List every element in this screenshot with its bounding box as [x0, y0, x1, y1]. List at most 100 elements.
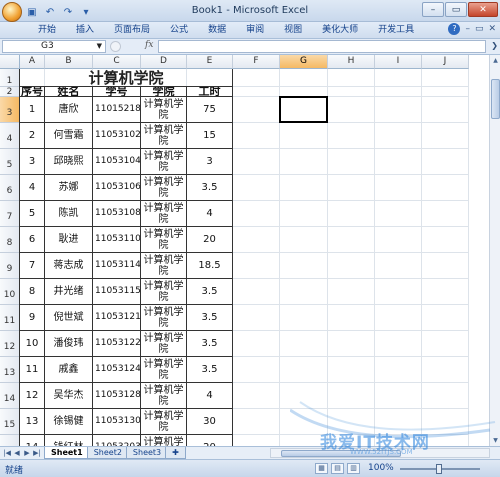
horizontal-scrollbar[interactable] [270, 448, 490, 458]
table-cell[interactable]: 14 [20, 435, 45, 446]
vertical-scroll-thumb[interactable] [491, 79, 500, 119]
grid-cell[interactable] [375, 69, 422, 87]
table-cell[interactable]: 11053114 [93, 253, 141, 279]
row-header[interactable]: 10 [0, 279, 20, 305]
table-cell[interactable]: 11053203 [93, 435, 141, 446]
table-cell[interactable]: 3.5 [187, 331, 233, 357]
grid-cell[interactable] [280, 69, 328, 87]
table-cell[interactable]: 计算机学院 [141, 227, 187, 253]
table-cell[interactable]: 计算机学院 [141, 409, 187, 435]
grid-cell[interactable] [328, 435, 375, 446]
row-header[interactable]: 2 [0, 87, 20, 97]
grid-cell[interactable] [280, 279, 328, 305]
scroll-down-icon[interactable]: ▼ [490, 435, 500, 446]
zoom-slider-knob[interactable] [436, 464, 442, 474]
table-cell[interactable]: 计算机学院 [141, 279, 187, 305]
normal-view-icon[interactable]: ▦ [315, 463, 328, 474]
grid-cell[interactable] [328, 253, 375, 279]
ribbon-tab-1[interactable]: 插入 [66, 23, 104, 38]
grid-cell[interactable] [375, 201, 422, 227]
grid-cell[interactable] [328, 357, 375, 383]
grid-cell[interactable] [233, 435, 280, 446]
grid-cell[interactable] [422, 87, 469, 97]
table-cell[interactable]: 11053102 [93, 123, 141, 149]
table-cell[interactable]: 徐锡健 [45, 409, 93, 435]
table-cell[interactable]: 11053124 [93, 357, 141, 383]
grid-cell[interactable] [328, 123, 375, 149]
grid-cell[interactable] [328, 69, 375, 87]
grid-cell[interactable] [280, 383, 328, 409]
table-cell[interactable]: 11015218 [93, 97, 141, 123]
grid-cell[interactable] [422, 383, 469, 409]
table-cell[interactable]: 何雪霜 [45, 123, 93, 149]
table-cell[interactable]: 4 [187, 383, 233, 409]
select-all-corner[interactable] [0, 55, 20, 69]
table-cell[interactable]: 3.5 [187, 279, 233, 305]
active-cell-cursor[interactable] [279, 96, 328, 123]
row-header[interactable]: 9 [0, 253, 20, 279]
ribbon-tab-4[interactable]: 数据 [198, 23, 236, 38]
table-cell[interactable]: 8 [20, 279, 45, 305]
scroll-up-icon[interactable]: ▲ [490, 55, 500, 66]
grid-cell[interactable] [422, 97, 469, 123]
row-header[interactable]: 7 [0, 201, 20, 227]
grid-cell[interactable] [233, 409, 280, 435]
close-button[interactable]: ✕ [468, 2, 498, 17]
column-header[interactable]: I [375, 55, 422, 69]
row-header[interactable]: 1 [0, 69, 20, 87]
ribbon-tab-3[interactable]: 公式 [160, 23, 198, 38]
grid-cell[interactable] [280, 305, 328, 331]
grid-cell[interactable] [328, 97, 375, 123]
table-cell[interactable]: 计算机学院 [141, 331, 187, 357]
column-header[interactable]: F [233, 55, 280, 69]
table-cell[interactable]: 20 [187, 227, 233, 253]
ribbon-tab-5[interactable]: 审阅 [236, 23, 274, 38]
table-cell[interactable]: 11053115 [93, 279, 141, 305]
table-cell[interactable]: 陈凯 [45, 201, 93, 227]
grid-cell[interactable] [375, 253, 422, 279]
grid-cell[interactable] [375, 123, 422, 149]
insert-function-button[interactable]: fx [145, 40, 153, 50]
grid-cell[interactable] [328, 149, 375, 175]
table-cell[interactable]: 苏娜 [45, 175, 93, 201]
column-header[interactable]: A [20, 55, 45, 69]
prev-sheet-icon[interactable]: ◀ [12, 448, 22, 458]
ribbon-tab-0[interactable]: 开始 [28, 23, 66, 38]
sheet-tab-sheet1[interactable]: Sheet1 [44, 447, 90, 459]
table-cell[interactable]: 计算机学院 [141, 149, 187, 175]
table-cell[interactable]: 3.5 [187, 305, 233, 331]
ribbon-tab-2[interactable]: 页面布局 [104, 23, 160, 38]
table-cell[interactable]: 4 [187, 201, 233, 227]
grid-cell[interactable] [233, 383, 280, 409]
grid-cell[interactable] [422, 435, 469, 446]
table-cell[interactable]: 3 [187, 149, 233, 175]
table-cell[interactable]: 30 [187, 409, 233, 435]
grid-cell[interactable] [280, 227, 328, 253]
grid-cell[interactable] [233, 357, 280, 383]
ribbon-restore-icon[interactable]: ▭ [475, 24, 484, 34]
table-cell[interactable]: 计算机学院 [141, 305, 187, 331]
grid-cell[interactable] [328, 227, 375, 253]
table-cell[interactable]: 75 [187, 97, 233, 123]
row-header[interactable]: 13 [0, 357, 20, 383]
table-cell[interactable]: 潘俊玮 [45, 331, 93, 357]
restore-button[interactable]: ▭ [445, 2, 467, 17]
table-cell[interactable]: 5 [20, 201, 45, 227]
help-icon[interactable]: ? [448, 23, 461, 35]
grid-cell[interactable] [233, 69, 280, 87]
grid-cell[interactable] [422, 253, 469, 279]
table-cell[interactable]: 15 [187, 123, 233, 149]
grid-cell[interactable] [422, 279, 469, 305]
column-header[interactable]: G [280, 55, 328, 69]
table-cell[interactable]: 20 [187, 435, 233, 446]
grid-cell[interactable] [375, 331, 422, 357]
table-cell[interactable]: 计算机学院 [141, 383, 187, 409]
horizontal-scroll-thumb[interactable] [281, 450, 401, 457]
table-cell[interactable]: 计算机学院 [141, 123, 187, 149]
table-cell[interactable]: 2 [20, 123, 45, 149]
column-header[interactable]: H [328, 55, 375, 69]
row-header[interactable]: 12 [0, 331, 20, 357]
grid-cell[interactable] [328, 409, 375, 435]
grid-cell[interactable] [422, 175, 469, 201]
last-sheet-icon[interactable]: ▶| [32, 448, 42, 458]
